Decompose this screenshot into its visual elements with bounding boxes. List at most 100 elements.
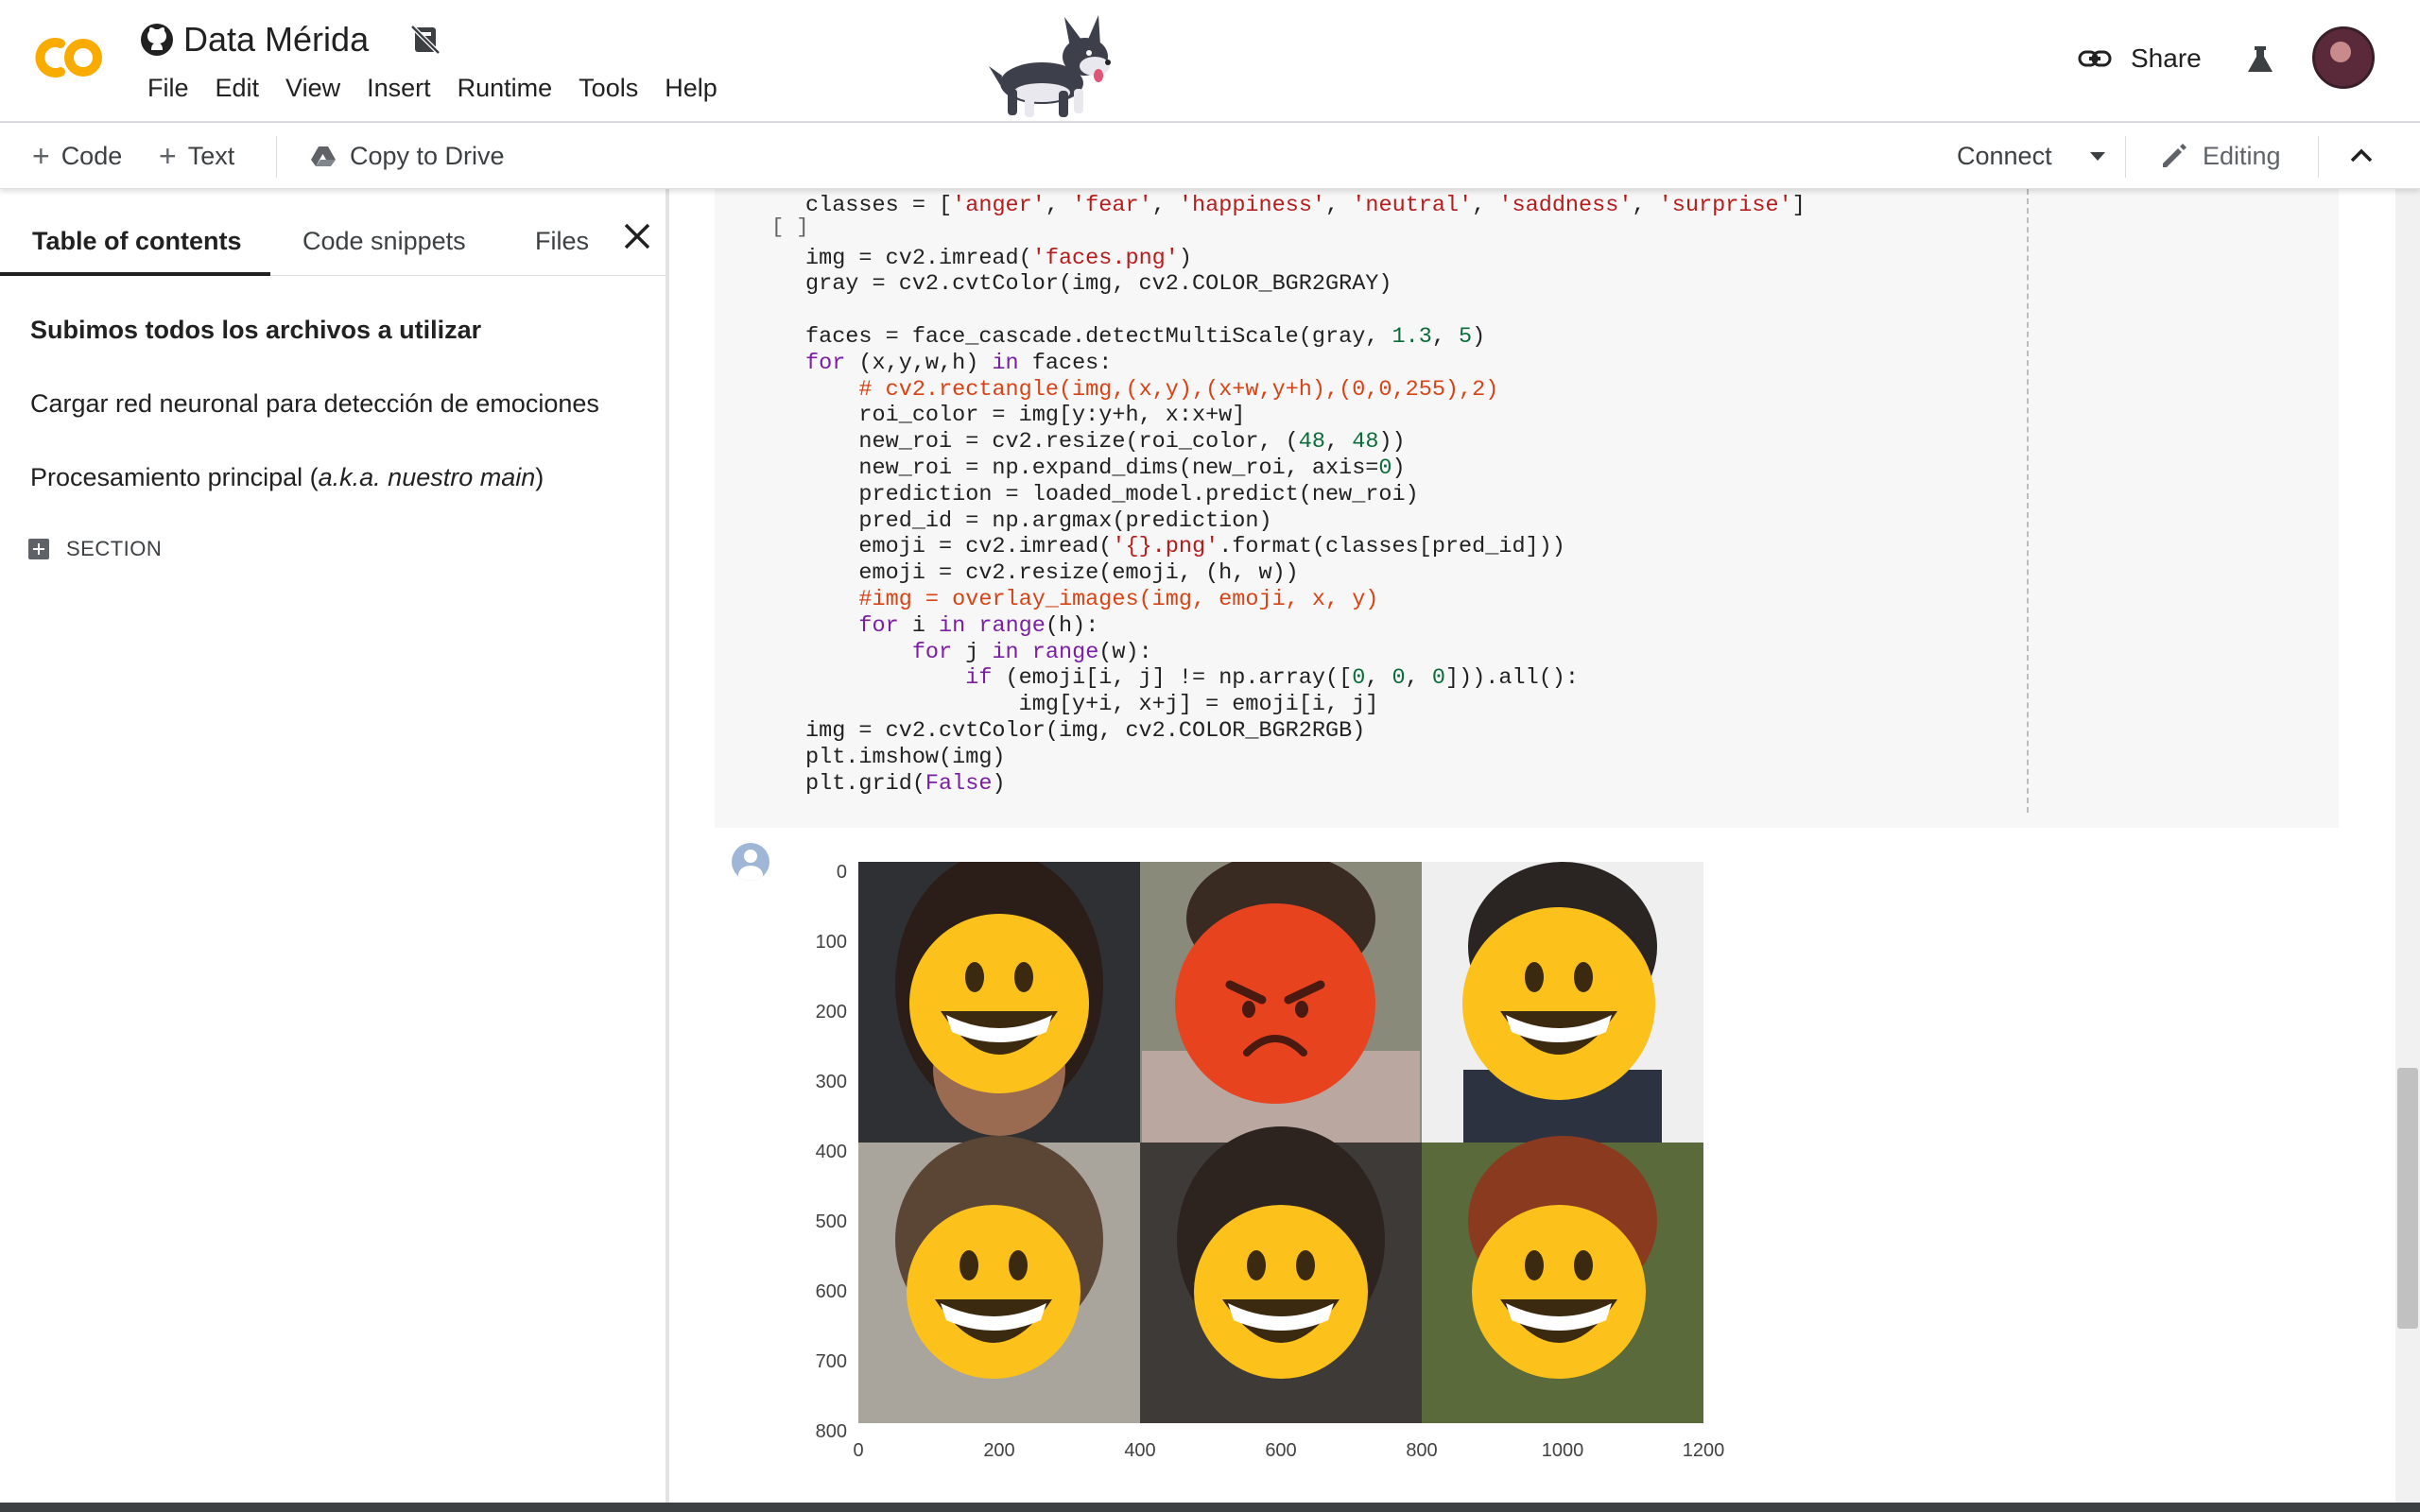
y-tick-label: 300 xyxy=(815,1072,847,1092)
x-tick-label: 600 xyxy=(1265,1440,1297,1461)
toolbar-divider xyxy=(2125,136,2126,178)
code-line: # cv2.rectangle(img,(x,y),(x+w,y+h),(0,0… xyxy=(858,376,1499,403)
code-line: #img = overlay_images(img, emoji, x, y) xyxy=(858,586,1379,612)
add-box-icon xyxy=(28,539,49,559)
copy-to-drive-button[interactable]: Copy to Drive xyxy=(310,123,505,189)
x-tick-label: 1200 xyxy=(1682,1440,1725,1461)
colab-logo[interactable] xyxy=(26,34,106,81)
notebook-toolbar: + Code + Text Copy to Drive Connect Edit… xyxy=(0,123,2420,189)
toc-item-text: ) xyxy=(535,463,544,491)
app-header: Data Mérida File Edit View Insert Runtim… xyxy=(0,0,2420,123)
happy-emoji-icon xyxy=(909,914,1089,1093)
menu-help[interactable]: Help xyxy=(651,74,731,103)
code-editor[interactable]: classes = ['anger', 'fear', 'happiness',… xyxy=(805,193,1806,797)
menu-file[interactable]: File xyxy=(134,74,202,103)
share-label: Share xyxy=(2131,43,2202,73)
code-line: emoji = cv2.imread('{}.png'.format(class… xyxy=(805,534,1565,560)
code-line: for i in range(h): xyxy=(858,612,1099,639)
menu-bar: File Edit View Insert Runtime Tools Help xyxy=(134,74,731,103)
code-line: for (x,y,w,h) in faces: xyxy=(805,350,1113,376)
code-line: new_roi = np.expand_dims(new_roi, axis=0… xyxy=(805,455,1406,481)
main-scrollbar-thumb[interactable] xyxy=(2397,1068,2418,1329)
drive-disconnected-icon[interactable] xyxy=(408,23,442,57)
connect-label: Connect xyxy=(1957,141,2052,170)
toc-item-cargar-red[interactable]: Cargar red neuronal para detección de em… xyxy=(30,389,599,419)
y-tick-label: 0 xyxy=(836,862,847,883)
code-line: prediction = loaded_model.predict(new_ro… xyxy=(805,481,1419,507)
tab-code-snippets[interactable]: Code snippets xyxy=(302,206,466,276)
line-length-ruler xyxy=(2027,189,2029,813)
code-line: img[y+i, x+j] = emoji[i, j] xyxy=(805,692,1379,718)
tab-files[interactable]: Files xyxy=(535,206,589,276)
menu-edit[interactable]: Edit xyxy=(202,74,273,103)
toolbar-divider xyxy=(2318,136,2319,178)
faces-image xyxy=(858,862,1703,1423)
output-image-plot: 0 100 200 300 400 500 600 700 800 0 200 … xyxy=(800,862,1724,1503)
sidebar-tabs: Table of contents Code snippets Files xyxy=(0,206,666,276)
toc-item-italic-text: a.k.a. nuestro main xyxy=(318,463,536,491)
menu-runtime[interactable]: Runtime xyxy=(444,74,566,103)
y-tick-label: 500 xyxy=(815,1211,847,1232)
connect-button[interactable]: Connect xyxy=(1957,123,2105,189)
y-tick-label: 400 xyxy=(815,1142,847,1162)
code-line: plt.imshow(img) xyxy=(805,744,1006,770)
menu-insert[interactable]: Insert xyxy=(354,74,444,103)
close-icon[interactable] xyxy=(620,219,654,253)
add-code-label: Code xyxy=(60,141,123,170)
link-icon xyxy=(2078,50,2112,67)
add-section-button[interactable]: SECTION xyxy=(28,537,162,561)
chevron-up-icon[interactable] xyxy=(2344,139,2378,173)
tab-table-of-contents[interactable]: Table of contents xyxy=(32,206,242,276)
code-line: for j in range(w): xyxy=(911,639,1152,665)
y-tick-label: 700 xyxy=(815,1351,847,1372)
code-line: plt.grid(False) xyxy=(805,770,1006,797)
x-tick-label: 0 xyxy=(853,1440,864,1461)
x-tick-label: 400 xyxy=(1124,1440,1156,1461)
y-tick-label: 200 xyxy=(815,1002,847,1022)
user-avatar[interactable] xyxy=(2312,26,2375,89)
notebook-title[interactable]: Data Mérida xyxy=(183,20,369,60)
flask-icon[interactable] xyxy=(2244,43,2276,76)
output-avatar-icon xyxy=(732,843,769,881)
copy-to-drive-label: Copy to Drive xyxy=(350,141,505,170)
toc-item-text: Procesamiento principal ( xyxy=(30,463,319,491)
y-tick-label: 100 xyxy=(815,932,847,953)
happy-emoji-icon xyxy=(1462,907,1655,1100)
drive-icon xyxy=(311,146,336,166)
happy-emoji-icon xyxy=(1194,1205,1368,1379)
happy-emoji-icon xyxy=(1472,1205,1646,1379)
plus-icon: + xyxy=(32,138,50,173)
notebook-title-row: Data Mérida xyxy=(140,19,442,60)
code-line: pred_id = np.argmax(prediction) xyxy=(805,507,1272,534)
toc-item-subimos[interactable]: Subimos todos los archivos a utilizar xyxy=(30,316,481,345)
run-cell-button[interactable]: [ ] xyxy=(771,215,809,239)
menu-view[interactable]: View xyxy=(272,74,354,103)
code-line: img = cv2.cvtColor(img, cv2.COLOR_BGR2RG… xyxy=(805,717,1366,744)
github-icon xyxy=(141,24,173,56)
x-tick-label: 200 xyxy=(983,1440,1015,1461)
pencil-icon xyxy=(2163,144,2187,167)
share-button[interactable]: Share xyxy=(2078,43,2202,74)
menu-tools[interactable]: Tools xyxy=(565,74,651,103)
code-line: img = cv2.imread('faces.png') xyxy=(805,245,1192,271)
y-tick-label: 600 xyxy=(815,1281,847,1302)
sidebar-panel: Table of contents Code snippets Files Su… xyxy=(0,189,669,1503)
add-text-label: Text xyxy=(187,141,235,170)
dropdown-caret-icon xyxy=(2089,151,2105,161)
code-line: gray = cv2.cvtColor(img, cv2.COLOR_BGR2G… xyxy=(805,271,1392,298)
code-line: roi_color = img[y:y+h, x:x+w] xyxy=(805,403,1246,429)
toc-item-procesamiento[interactable]: Procesamiento principal (a.k.a. nuestro … xyxy=(30,463,544,492)
code-cell[interactable]: [ ] classes = ['anger', 'fear', 'happine… xyxy=(715,189,2339,828)
code-line: if (emoji[i, j] != np.array([0, 0, 0])).… xyxy=(965,665,1580,692)
editing-mode-button[interactable]: Editing xyxy=(2159,123,2281,189)
happy-emoji-icon xyxy=(907,1205,1080,1379)
add-text-button[interactable]: + Text xyxy=(159,123,234,189)
add-code-button[interactable]: + Code xyxy=(32,123,122,189)
window-bottom-edge xyxy=(0,1503,2420,1512)
code-line: emoji = cv2.resize(emoji, (h, w)) xyxy=(805,560,1299,587)
plus-icon: + xyxy=(159,138,177,173)
notebook-main: [ ] classes = ['anger', 'fear', 'happine… xyxy=(673,189,2420,1503)
angry-emoji-icon xyxy=(1175,903,1375,1104)
